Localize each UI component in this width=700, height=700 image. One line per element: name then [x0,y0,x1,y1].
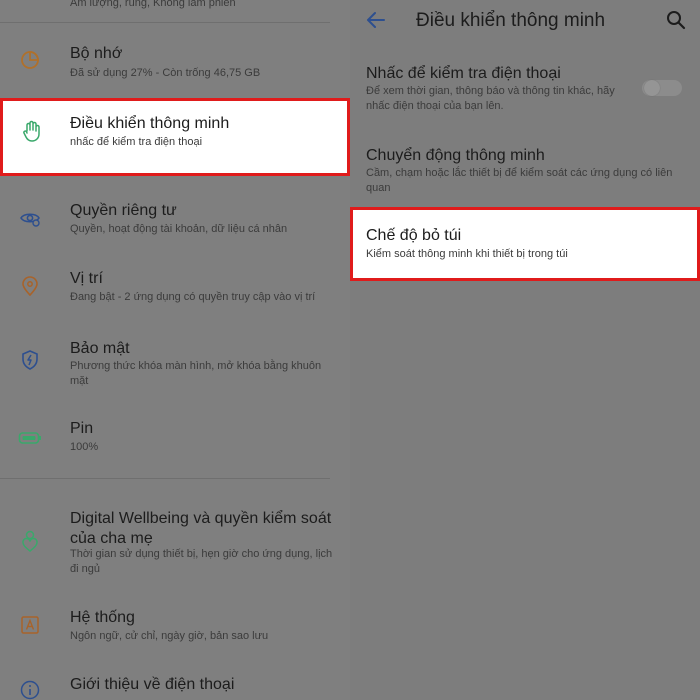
smart-control-settings-item[interactable]: Điều khiển thông minh nhấc để kiểm tra đ… [0,98,350,176]
smart-motion-subtitle: Cầm, chạm hoặc lắc thiết bị để kiểm soát… [366,167,673,194]
page-title: Điều khiển thông minh [416,10,606,31]
pocket-mode-subtitle: Kiểm soát thông minh khi thiết bị trong … [366,248,568,260]
location-title: Vị trí [70,270,103,287]
raise-to-check-title: Nhấc để kiểm tra điện thoại [366,65,561,82]
smart-control-subtitle: nhấc để kiểm tra điện thoại [70,136,203,148]
pocket-mode-item[interactable]: Chế độ bỏ túi Kiểm soát thông minh khi t… [350,207,700,281]
smart-motion-title: Chuyển động thông minh [366,147,545,164]
storage-pie-icon [18,48,42,72]
location-settings-item[interactable]: Vị trí Đang bật - 2 ứng dụng có quyền tr… [0,264,350,314]
security-settings-item[interactable]: Bảo mật Phương thức khóa màn hình, mở kh… [0,334,350,394]
storage-settings-item[interactable]: Bộ nhớ Đã sử dụng 27% - Còn trống 46,75 … [0,36,350,92]
wellbeing-title: Digital Wellbeing và quyền kiểm soát của… [70,510,332,547]
sound-settings-subtitle: Âm lượng, rung, Không làm phiền [70,0,236,9]
pocket-mode-title: Chế độ bỏ túi [366,227,462,244]
divider [0,478,330,479]
raise-to-check-subtitle: Để xem thời gian, thông báo và thông tin… [366,85,615,112]
wellbeing-settings-item[interactable]: Digital Wellbeing và quyền kiểm soát của… [0,505,350,587]
divider [0,22,330,23]
battery-subtitle: 100% [70,441,99,453]
shield-icon [18,348,42,372]
info-icon [18,678,42,700]
sound-settings-item[interactable]: Âm lượng, rung, Không làm phiền [0,0,350,20]
battery-settings-item[interactable]: Pin 100% [0,414,350,464]
smart-control-panel: Điều khiển thông minh Nhấc để kiểm tra đ… [350,0,700,700]
toggle-knob [644,80,660,96]
location-subtitle: Đang bật - 2 ứng dụng có quyền truy cập … [70,291,316,303]
security-title: Bảo mật [70,340,130,357]
privacy-eye-icon [18,206,42,230]
back-arrow-icon[interactable] [364,8,388,32]
storage-title: Bộ nhớ [70,45,123,62]
privacy-title: Quyền riêng tư [70,202,177,219]
security-subtitle: Phương thức khóa màn hình, mở khóa bằng … [70,360,322,387]
battery-title: Pin [70,420,94,437]
system-a-icon [18,613,42,637]
wellbeing-person-icon [18,529,42,553]
system-title: Hệ thống [70,609,135,626]
wellbeing-subtitle: Thời gian sử dụng thiết bị, hẹn giờ cho … [70,548,333,575]
privacy-settings-item[interactable]: Quyền riêng tư Quyền, hoạt động tài khoả… [0,196,350,246]
hand-icon [20,119,44,143]
app-bar: Điều khiển thông minh [350,0,700,42]
about-phone-title: Giới thiệu về điện thoại [70,676,235,693]
smart-control-title: Điều khiển thông minh [70,115,230,132]
location-pin-icon [18,274,42,298]
about-phone-settings-item[interactable]: Giới thiệu về điện thoại [0,672,350,700]
smart-motion-item[interactable]: Chuyển động thông minh Cầm, chạm hoặc lắ… [350,142,700,198]
battery-icon [18,426,42,450]
search-icon[interactable] [664,8,688,32]
settings-list-panel: Âm lượng, rung, Không làm phiền Bộ nhớ Đ… [0,0,350,700]
storage-subtitle: Đã sử dụng 27% - Còn trống 46,75 GB [70,67,261,79]
privacy-subtitle: Quyền, hoạt động tài khoản, dữ liệu cá n… [70,223,288,235]
system-settings-item[interactable]: Hệ thống Ngôn ngữ, cử chỉ, ngày giờ, bản… [0,605,350,655]
raise-to-check-toggle[interactable] [642,80,682,96]
system-subtitle: Ngôn ngữ, cử chỉ, ngày giờ, bản sao lưu [70,630,269,642]
